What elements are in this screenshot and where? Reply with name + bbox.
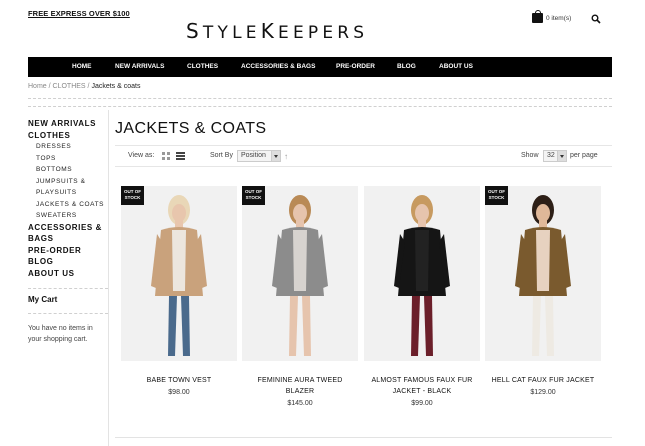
category-sidebar: NEW ARRIVALS CLOTHES DRESSES TOPS BOTTOM… bbox=[28, 118, 108, 279]
sidebar-subitem-jackets-coats[interactable]: JACKETS & COATS bbox=[28, 199, 108, 211]
per-page-value: 32 bbox=[547, 152, 555, 159]
sort-value: Position bbox=[241, 152, 266, 159]
model-figure bbox=[121, 186, 237, 361]
breadcrumb-home[interactable]: Home bbox=[28, 83, 47, 90]
grid-view-icon[interactable] bbox=[162, 152, 170, 160]
product-card[interactable]: OUT OF STOCK FEMININE AURA TWEED BLAZER … bbox=[242, 186, 358, 407]
sidebar-item-new-arrivals[interactable]: NEW ARRIVALS bbox=[28, 118, 108, 130]
product-card[interactable]: OUT OF STOCK HELL CAT FAUX FUR JACKET $1… bbox=[485, 186, 601, 396]
nav-clothes[interactable]: CLOTHES bbox=[187, 57, 218, 77]
product-name[interactable]: FEMININE AURA TWEED BLAZER bbox=[242, 375, 358, 397]
product-price: $99.00 bbox=[411, 400, 433, 407]
product-toolbar: View as: Sort By Position ↑ Show 32 per … bbox=[115, 145, 612, 167]
sort-direction-icon[interactable]: ↑ bbox=[284, 152, 288, 161]
sidebar-subitem-tops[interactable]: TOPS bbox=[28, 153, 108, 165]
divider bbox=[115, 437, 612, 438]
product-name[interactable]: HELL CAT FAUX FUR JACKET bbox=[485, 375, 601, 386]
chevron-down-icon bbox=[271, 151, 280, 161]
nav-home[interactable]: HOME bbox=[72, 57, 92, 77]
product-card[interactable]: ALMOST FAMOUS FAUX FUR JACKET - BLACK $9… bbox=[364, 186, 480, 407]
shopping-bag-icon bbox=[532, 10, 543, 23]
product-card[interactable]: OUT OF STOCK BABE TOWN VEST $98.00 bbox=[121, 186, 237, 396]
product-price: $129.00 bbox=[530, 389, 556, 396]
figure-shape bbox=[536, 230, 550, 291]
site-logo[interactable]: STYLEKEEPERS bbox=[186, 19, 368, 43]
page-title: JACKETS & COATS bbox=[115, 120, 267, 137]
out-of-stock-badge: OUT OF STOCK bbox=[242, 186, 265, 205]
nav-new-arrivals[interactable]: NEW ARRIVALS bbox=[115, 57, 164, 77]
per-page-select[interactable]: 32 bbox=[543, 150, 567, 162]
product-price: $145.00 bbox=[287, 400, 313, 407]
sidebar-subitem-playsuits[interactable]: PLAYSUITS bbox=[28, 187, 108, 199]
per-page-label: per page bbox=[570, 152, 598, 159]
product-price: $98.00 bbox=[168, 389, 190, 396]
figure-shape bbox=[415, 204, 429, 222]
product-image[interactable] bbox=[364, 186, 480, 361]
figure-shape bbox=[415, 230, 429, 291]
sidebar-subitem-bottoms[interactable]: BOTTOMS bbox=[28, 164, 108, 176]
promo-link[interactable]: FREE EXPRESS OVER $100 bbox=[28, 9, 130, 18]
product-image[interactable]: OUT OF STOCK bbox=[485, 186, 601, 361]
breadcrumb-current: Jackets & coats bbox=[91, 83, 141, 90]
figure-shape bbox=[536, 204, 550, 222]
product-name[interactable]: BABE TOWN VEST bbox=[121, 375, 237, 386]
figure-shape bbox=[175, 220, 183, 228]
out-of-stock-badge: OUT OF STOCK bbox=[121, 186, 144, 205]
nav-blog[interactable]: BLOG bbox=[397, 57, 416, 77]
empty-cart-message: You have no items in your shopping cart. bbox=[28, 325, 93, 343]
divider bbox=[28, 106, 612, 107]
sidebar-divider bbox=[108, 110, 109, 446]
mini-cart[interactable]: 0 item(s) bbox=[532, 10, 572, 23]
search-icon[interactable] bbox=[591, 14, 601, 24]
model-figure bbox=[242, 186, 358, 361]
sidebar-item-blog[interactable]: BLOG bbox=[28, 256, 108, 268]
model-figure bbox=[485, 186, 601, 361]
sidebar-item-clothes[interactable]: CLOTHES bbox=[28, 130, 108, 142]
figure-shape bbox=[293, 230, 307, 291]
divider bbox=[28, 288, 108, 289]
chevron-down-icon bbox=[557, 151, 566, 161]
sidebar-subitem-sweaters[interactable]: SWEATERS bbox=[28, 210, 108, 222]
figure-shape bbox=[539, 220, 547, 228]
nav-about-us[interactable]: ABOUT US bbox=[439, 57, 473, 77]
figure-shape bbox=[293, 204, 307, 222]
list-view-icon[interactable] bbox=[176, 152, 185, 160]
view-as-label: View as: bbox=[128, 152, 155, 159]
breadcrumb-clothes[interactable]: CLOTHES bbox=[53, 83, 86, 90]
sidebar-subitem-jumpsuits[interactable]: JUMPSUITS & bbox=[28, 176, 108, 188]
product-image[interactable]: OUT OF STOCK bbox=[121, 186, 237, 361]
divider bbox=[28, 98, 612, 99]
product-image[interactable]: OUT OF STOCK bbox=[242, 186, 358, 361]
out-of-stock-badge: OUT OF STOCK bbox=[485, 186, 508, 205]
figure-shape bbox=[418, 220, 426, 228]
sidebar-item-accessories[interactable]: ACCESSORIES & bbox=[28, 222, 108, 234]
breadcrumb: Home / CLOTHES / Jackets & coats bbox=[28, 83, 140, 90]
nav-pre-order[interactable]: PRE-ORDER bbox=[336, 57, 375, 77]
sort-by-label: Sort By bbox=[210, 152, 233, 159]
main-nav: HOME NEW ARRIVALS CLOTHES ACCESSORIES & … bbox=[28, 57, 612, 77]
sidebar-item-pre-order[interactable]: PRE-ORDER bbox=[28, 245, 108, 257]
logo-letter: K bbox=[260, 19, 279, 43]
logo-text: TYLE bbox=[202, 23, 261, 43]
divider bbox=[28, 313, 108, 314]
show-label: Show bbox=[521, 152, 539, 159]
figure-shape bbox=[296, 220, 304, 228]
sidebar-subitem-dresses[interactable]: DRESSES bbox=[28, 141, 108, 153]
sidebar-item-bags[interactable]: BAGS bbox=[28, 233, 108, 245]
figure-shape bbox=[172, 230, 186, 291]
cart-count: 0 item(s) bbox=[546, 14, 572, 22]
sidebar-item-about-us[interactable]: ABOUT US bbox=[28, 268, 108, 280]
nav-accessories-bags[interactable]: ACCESSORIES & BAGS bbox=[241, 57, 315, 77]
product-name[interactable]: ALMOST FAMOUS FAUX FUR JACKET - BLACK bbox=[364, 375, 480, 397]
figure-shape bbox=[172, 204, 186, 222]
logo-text: EEPERS bbox=[278, 23, 369, 43]
model-figure bbox=[364, 186, 480, 361]
sort-select[interactable]: Position bbox=[237, 150, 281, 162]
logo-letter: S bbox=[186, 19, 203, 43]
my-cart-title[interactable]: My Cart bbox=[28, 295, 57, 304]
